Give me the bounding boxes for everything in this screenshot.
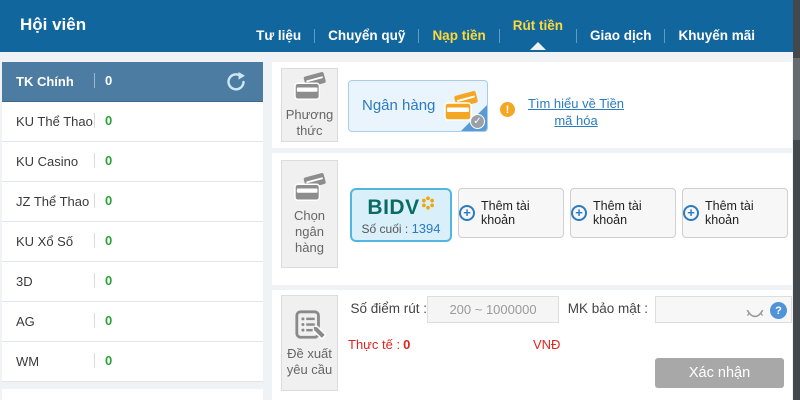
plus-circle-icon bbox=[571, 205, 587, 221]
add-account-button-2[interactable]: Thêm tài khoản bbox=[570, 188, 676, 238]
account-balance: 0 bbox=[94, 273, 112, 288]
account-label: KU Xổ Số bbox=[16, 234, 73, 249]
sidebar-item-jz-the-thao[interactable]: JZ Thể Thao 0 bbox=[2, 182, 263, 222]
withdraw-request-section: Đề xuất yêu cầu Số điểm rút : Thực tế :0… bbox=[272, 290, 792, 400]
check-icon bbox=[470, 114, 485, 129]
account-sidebar: TK Chính 0 KU Thể Thao 0 KU Casino 0 JZ … bbox=[2, 62, 263, 382]
nav-tab-khuyen-mai[interactable]: Khuyến mãi bbox=[665, 28, 768, 43]
account-balance: 0 bbox=[94, 193, 112, 208]
alert-icon bbox=[500, 102, 515, 117]
account-label: TK Chính bbox=[16, 74, 74, 89]
scrollbar[interactable] bbox=[793, 0, 800, 400]
section-label-text: Đề xuất bbox=[287, 346, 332, 362]
payment-cards-icon bbox=[292, 173, 328, 203]
nav-tab-tu-lieu[interactable]: Tư liệu bbox=[243, 28, 314, 43]
top-nav: Tư liệu Chuyển quỹ Nạp tiền Rút tiền Gia… bbox=[243, 28, 768, 43]
sidebar-item-ag[interactable]: AG 0 bbox=[2, 302, 263, 342]
add-account-button-1[interactable]: Thêm tài khoản bbox=[458, 188, 564, 238]
scrollbar-thumb[interactable] bbox=[793, 58, 800, 140]
actual-label: Thực tế : bbox=[348, 337, 400, 352]
plus-circle-icon bbox=[683, 205, 699, 221]
section-label-text: thức bbox=[296, 123, 322, 139]
security-password-field bbox=[655, 296, 792, 323]
request-form-icon bbox=[294, 309, 326, 341]
crypto-info-link[interactable]: Tìm hiểu về Tiền mã hóa bbox=[519, 95, 633, 129]
currency-label: VNĐ bbox=[533, 337, 560, 352]
payment-cards-icon bbox=[292, 72, 328, 102]
add-account-label: Thêm tài khoản bbox=[593, 199, 675, 227]
account-label: WM bbox=[16, 354, 39, 369]
sidebar-item-ku-the-thao[interactable]: KU Thể Thao 0 bbox=[2, 102, 263, 142]
bank-select-section: Chọn ngân hàng BIDV Số cuối : 1394 Thêm … bbox=[272, 153, 792, 285]
account-label: AG bbox=[16, 314, 35, 329]
account-balance: 0 bbox=[94, 233, 112, 248]
account-balance: 0 bbox=[94, 113, 112, 128]
method-section: Phương thức Ngân hàng Tìm hiểu về Tiền m… bbox=[272, 62, 792, 148]
section-label-text: Chọn bbox=[294, 208, 325, 224]
add-account-label: Thêm tài khoản bbox=[481, 199, 563, 227]
sidebar-partial-row bbox=[2, 389, 263, 400]
method-section-label[interactable]: Phương thức bbox=[281, 68, 338, 142]
eye-closed-icon[interactable] bbox=[746, 306, 764, 324]
nav-tab-rut-tien-active[interactable]: Rút tiền bbox=[500, 18, 576, 33]
actual-amount-text: Thực tế :0 bbox=[348, 337, 410, 352]
account-balance: 0 bbox=[94, 73, 112, 88]
sidebar-item-ku-casino[interactable]: KU Casino 0 bbox=[2, 142, 263, 182]
withdraw-request-section-label[interactable]: Đề xuất yêu cầu bbox=[281, 295, 338, 391]
card-last-digits: Số cuối : 1394 bbox=[352, 221, 450, 236]
bank-name: BIDV bbox=[367, 196, 419, 220]
sidebar-item-ku-xo-so[interactable]: KU Xổ Số 0 bbox=[2, 222, 263, 262]
sidebar-item-3d[interactable]: 3D 0 bbox=[2, 262, 263, 302]
add-account-button-3[interactable]: Thêm tài khoản bbox=[682, 188, 788, 238]
bank-method-button[interactable]: Ngân hàng bbox=[348, 80, 488, 132]
member-withdraw-page: Hội viên Tư liệu Chuyển quỹ Nạp tiền Rút… bbox=[0, 0, 800, 400]
account-label: JZ Thể Thao bbox=[16, 194, 89, 209]
header-bar: Hội viên Tư liệu Chuyển quỹ Nạp tiền Rút… bbox=[0, 0, 800, 52]
plus-circle-icon bbox=[459, 205, 475, 221]
section-label-text: yêu cầu bbox=[287, 362, 333, 378]
page-title: Hội viên bbox=[20, 15, 86, 35]
nav-tab-chuyen-quy[interactable]: Chuyển quỹ bbox=[315, 28, 418, 43]
confirm-button[interactable]: Xác nhận bbox=[655, 358, 784, 388]
bank-select-section-label[interactable]: Chọn ngân hàng bbox=[281, 160, 338, 268]
bank-card-bidv[interactable]: BIDV Số cuối : 1394 bbox=[350, 188, 452, 242]
active-tab-arrow-icon bbox=[530, 42, 546, 50]
account-balance: 0 bbox=[94, 353, 112, 368]
account-balance: 0 bbox=[94, 153, 112, 168]
section-label-text: ngân hàng bbox=[282, 224, 337, 256]
bidv-flower-icon bbox=[421, 196, 435, 215]
withdraw-amount-input[interactable] bbox=[427, 296, 559, 323]
account-label: KU Thể Thao bbox=[16, 114, 93, 129]
actual-value: 0 bbox=[403, 337, 410, 352]
help-icon[interactable] bbox=[770, 302, 787, 319]
nav-tab-nap-tien[interactable]: Nạp tiền bbox=[419, 28, 498, 43]
section-label-text: Phương bbox=[286, 107, 334, 123]
nav-tab-giao-dich[interactable]: Giao dịch bbox=[577, 28, 665, 43]
sidebar-item-tk-chinh[interactable]: TK Chính 0 bbox=[2, 62, 263, 102]
refresh-icon[interactable] bbox=[225, 71, 247, 93]
nav-tab-label: Rút tiền bbox=[513, 18, 563, 33]
account-balance: 0 bbox=[94, 313, 112, 328]
last-digits-value: 1394 bbox=[412, 221, 441, 236]
account-label: 3D bbox=[16, 274, 33, 289]
security-password-label: MK bảo mật : bbox=[560, 301, 648, 316]
account-label: KU Casino bbox=[16, 154, 78, 169]
bank-method-label: Ngân hàng bbox=[362, 97, 435, 114]
withdraw-amount-label: Số điểm rút : bbox=[340, 301, 427, 316]
add-account-label: Thêm tài khoản bbox=[705, 199, 787, 227]
last-digits-label: Số cuối : bbox=[362, 222, 409, 236]
sidebar-item-wm[interactable]: WM 0 bbox=[2, 342, 263, 382]
